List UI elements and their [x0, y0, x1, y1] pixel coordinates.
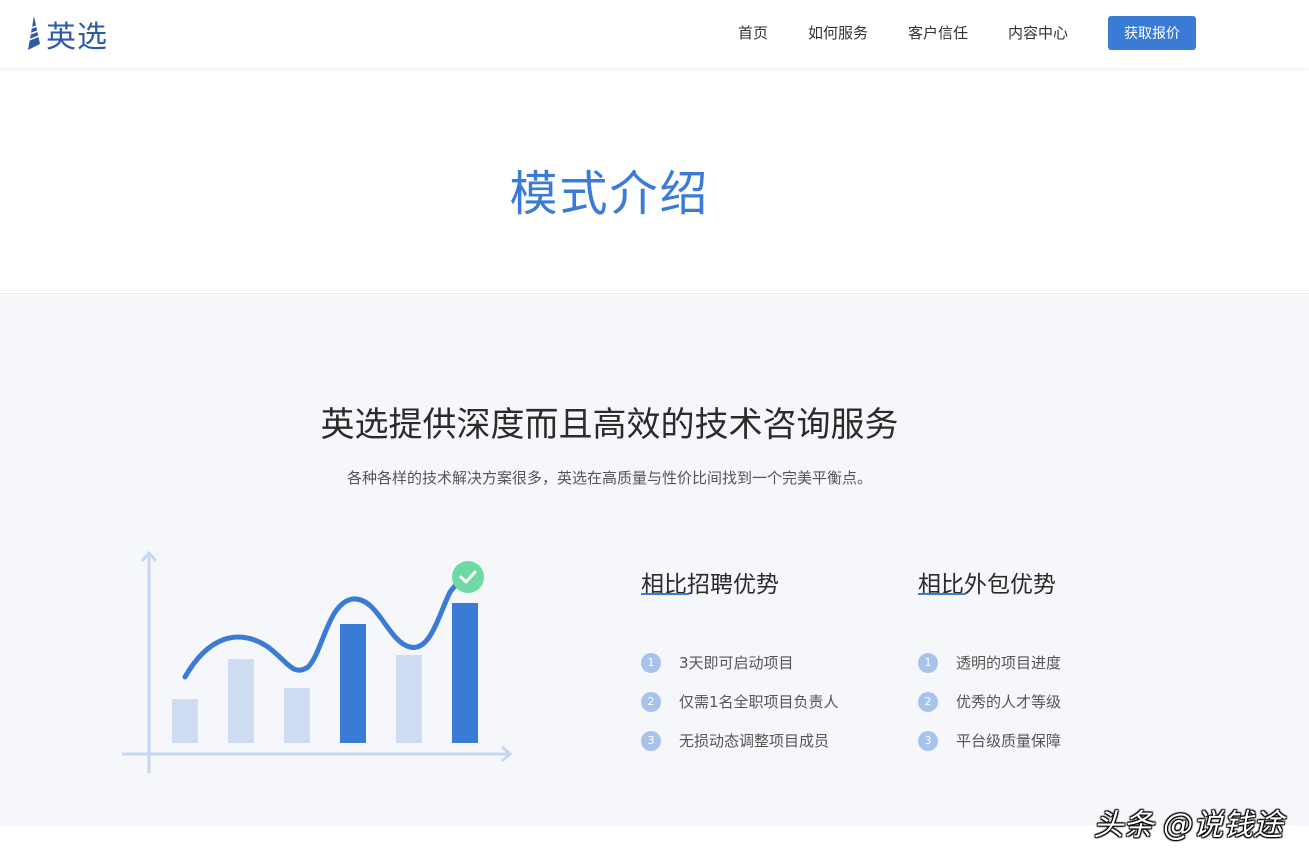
- bar-5: [396, 655, 422, 743]
- page-title: 模式介绍: [509, 166, 710, 222]
- number-badge: 2: [641, 691, 661, 712]
- section-subtitle: 各种各样的技术解决方案很多，英选在高质量与性价比间找到一个完美平衡点。: [346, 469, 872, 487]
- logo-mark-icon: [28, 16, 40, 50]
- main-nav: 首页 如何服务 客户信任 内容中心 获取报价: [738, 16, 1196, 50]
- nav-item-home[interactable]: 首页: [738, 16, 768, 50]
- item-text: 无损动态调整项目成员: [679, 732, 830, 750]
- bar-2: [228, 659, 254, 743]
- item-text: 透明的项目进度: [956, 654, 1062, 672]
- section-title: 英选提供深度而且高效的技术咨询服务: [320, 405, 899, 445]
- title-underline: [918, 593, 966, 595]
- column-title: 相比招聘优势: [641, 572, 779, 598]
- recruiting-advantages: 相比招聘优势 1 3天即可启动项目 2 仅需1名全职项目负责人 3 无损动态调整…: [641, 565, 901, 760]
- bar-4: [340, 624, 366, 743]
- nav-item-content-center[interactable]: 内容中心: [1008, 16, 1068, 50]
- check-badge-icon: [452, 561, 484, 593]
- item-text: 仅需1名全职项目负责人: [679, 693, 839, 711]
- get-quote-button[interactable]: 获取报价: [1108, 16, 1196, 50]
- outsourcing-advantages: 相比外包优势 1 透明的项目进度 2 优秀的人才等级 3 平台级质量保障: [918, 565, 1178, 760]
- list-item: 1 3天即可启动项目: [641, 643, 901, 682]
- bar-3: [284, 688, 310, 743]
- number-badge: 3: [641, 730, 661, 751]
- nav-item-customer-trust[interactable]: 客户信任: [908, 16, 968, 50]
- number-badge: 1: [918, 652, 938, 673]
- advantage-list: 1 3天即可启动项目 2 仅需1名全职项目负责人 3 无损动态调整项目成员: [641, 643, 901, 760]
- bar-1: [172, 699, 198, 743]
- number-badge: 2: [918, 691, 938, 712]
- title-underline: [641, 593, 689, 595]
- number-badge: 1: [641, 652, 661, 673]
- growth-chart-illustration: [122, 550, 513, 773]
- item-text: 3天即可启动项目: [679, 654, 794, 672]
- list-item: 3 无损动态调整项目成员: [641, 721, 901, 760]
- number-badge: 3: [918, 730, 938, 751]
- logo-text: 英选: [46, 20, 108, 55]
- nav-item-how-we-serve[interactable]: 如何服务: [808, 16, 868, 50]
- list-item: 3 平台级质量保障: [918, 721, 1178, 760]
- logo[interactable]: 英选: [24, 14, 108, 55]
- trend-curve: [182, 574, 469, 680]
- item-text: 平台级质量保障: [956, 732, 1062, 750]
- top-header: 英选 首页 如何服务 客户信任 内容中心 获取报价: [0, 0, 1309, 68]
- hero-banner: 模式介绍: [0, 68, 1309, 294]
- advantage-list: 1 透明的项目进度 2 优秀的人才等级 3 平台级质量保障: [918, 643, 1178, 760]
- bar-6: [452, 603, 478, 743]
- list-item: 2 仅需1名全职项目负责人: [641, 682, 901, 721]
- list-item: 1 透明的项目进度: [918, 643, 1178, 682]
- watermark: 头条 @说钱途: [1093, 808, 1283, 843]
- item-text: 优秀的人才等级: [956, 693, 1062, 711]
- service-section: 英选提供深度而且高效的技术咨询服务 各种各样的技术解决方案很多，英选在高质量与性…: [0, 295, 1309, 825]
- column-title: 相比外包优势: [918, 572, 1056, 598]
- list-item: 2 优秀的人才等级: [918, 682, 1178, 721]
